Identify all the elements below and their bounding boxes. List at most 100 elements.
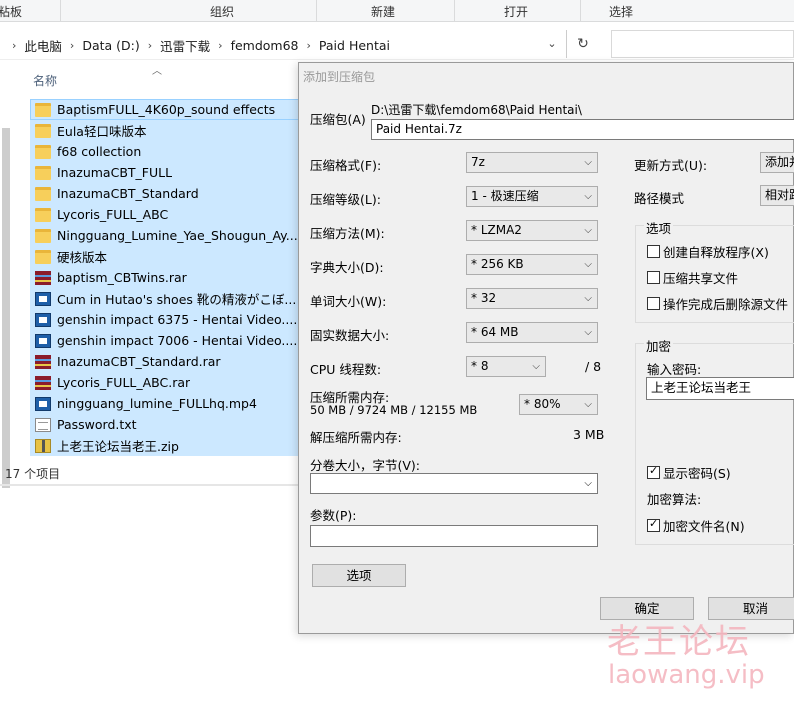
chevron-down-icon: ⌵ — [584, 191, 592, 202]
refresh-icon[interactable]: ↻ — [571, 33, 595, 55]
chevron-down-icon: ⌵ — [584, 478, 592, 489]
options-group-title: 选项 — [644, 218, 674, 237]
dictionary-select[interactable]: * 256 KB ⌵ — [466, 254, 598, 275]
file-row[interactable]: 上老王论坛当老王.zip — [30, 435, 300, 456]
ribbon-organize-label: 组织 — [210, 5, 235, 19]
folder-icon — [35, 102, 51, 117]
window-edge — [0, 484, 300, 486]
breadcrumb-this-pc[interactable]: 此电脑 — [24, 36, 62, 55]
zip-icon — [35, 438, 51, 453]
column-header-name[interactable]: 名称 — [33, 72, 57, 89]
navigation-scrollbar[interactable] — [2, 128, 10, 488]
solid-size-select[interactable]: * 64 MB ⌵ — [466, 322, 598, 343]
method-select[interactable]: * LZMA2 ⌵ — [466, 220, 598, 241]
folder-icon — [35, 249, 51, 264]
folder-icon — [35, 144, 51, 159]
video-icon — [35, 291, 51, 306]
encrypt-filenames-checkbox[interactable]: 加密文件名(N) — [647, 516, 745, 535]
file-name: 上老王论坛当老王.zip — [57, 439, 179, 454]
memory-percent-value: * 80% — [524, 397, 561, 411]
word-size-value: * 32 — [471, 291, 497, 305]
file-row[interactable]: Password.txt — [30, 414, 300, 435]
video-icon — [35, 312, 51, 327]
file-row[interactable]: baptism_CBTwins.rar — [30, 267, 300, 288]
file-row[interactable]: Lycoris_FULL_ABC — [30, 204, 300, 225]
file-name: genshin impact 6375 - Hentai Video.... — [57, 312, 298, 327]
ribbon-separator — [60, 0, 61, 22]
add-to-archive-dialog: 添加到压缩包 压缩包(A) D:\迅雷下载\femdom68\Paid Hent… — [298, 62, 794, 634]
word-size-label: 单词大小(W): — [310, 294, 387, 309]
delete-after-checkbox[interactable]: 操作完成后删除源文件 — [647, 294, 788, 313]
update-mode-select[interactable]: 添加并 — [760, 152, 794, 173]
archive-label: 压缩包(A) — [310, 112, 366, 127]
file-row[interactable]: f68 collection — [30, 141, 300, 162]
file-row[interactable]: ningguang_lumine_FULLhq.mp4 — [30, 393, 300, 414]
checkbox-checked-icon — [647, 464, 660, 479]
file-row[interactable]: genshin impact 6375 - Hentai Video.... — [30, 309, 300, 330]
video-icon — [35, 396, 51, 411]
breadcrumb-chevron-icon: › — [12, 38, 17, 52]
file-name: Password.txt — [57, 417, 137, 432]
chevron-down-icon: ⌵ — [584, 225, 592, 236]
checkbox-unchecked-icon — [647, 245, 660, 258]
chevron-down-icon: ⌵ — [584, 399, 592, 410]
file-row[interactable]: Ningguang_Lumine_Yae_Shougun_Ay... — [30, 225, 300, 246]
password-input[interactable]: 上老王论坛当老王 — [646, 377, 794, 400]
search-input[interactable] — [611, 30, 794, 58]
format-select[interactable]: 7z ⌵ — [466, 152, 598, 173]
address-history-dropdown-icon[interactable]: ⌄ — [543, 37, 561, 53]
format-value: 7z — [471, 155, 485, 169]
breadcrumb-chevron-icon[interactable]: › — [218, 39, 222, 52]
file-row[interactable]: Eula轻口味版本 — [30, 120, 300, 141]
memory-percent-select[interactable]: * 80% ⌵ — [519, 394, 598, 415]
cpu-threads-select[interactable]: * 8 ⌵ — [466, 356, 546, 377]
encrypt-filenames-label: 加密文件名(N) — [663, 519, 745, 534]
chevron-down-icon: ⌵ — [532, 361, 540, 372]
delete-after-label: 操作完成后删除源文件 — [663, 297, 789, 312]
level-select[interactable]: 1 - 极速压缩 ⌵ — [466, 186, 598, 207]
breadcrumb-xunlei[interactable]: 迅雷下载 — [160, 36, 210, 55]
file-name: 硬核版本 — [57, 250, 108, 265]
ribbon-group-labels: 粘板 组织 新建 打开 选择 — [0, 0, 794, 22]
file-row[interactable]: Lycoris_FULL_ABC.rar — [30, 372, 300, 393]
word-size-select[interactable]: * 32 ⌵ — [466, 288, 598, 309]
encryption-group-title: 加密 — [644, 336, 674, 355]
cpu-threads-total: / 8 — [585, 359, 602, 374]
file-row[interactable]: genshin impact 7006 - Hentai Video.... — [30, 330, 300, 351]
solid-size-value: * 64 MB — [471, 325, 519, 339]
level-value: 1 - 极速压缩 — [471, 189, 539, 203]
file-row[interactable]: InazumaCBT_Standard — [30, 183, 300, 204]
create-sfx-checkbox[interactable]: 创建自释放程序(X) — [647, 242, 769, 261]
ribbon-clipboard-label: 粘板 — [0, 5, 23, 19]
file-row[interactable]: BaptismFULL_4K60p_sound effects — [30, 99, 300, 120]
breadcrumb-femdom68[interactable]: femdom68 — [231, 38, 299, 53]
breadcrumb-chevron-icon[interactable]: › — [307, 39, 311, 52]
file-name: f68 collection — [57, 144, 142, 159]
file-row[interactable]: Cum in Hutao's shoes 靴の精液がこぼ... — [30, 288, 300, 309]
breadcrumb-chevron-icon[interactable]: › — [148, 39, 152, 52]
compress-shared-checkbox[interactable]: 压缩共享文件 — [647, 268, 738, 287]
ribbon-separator — [454, 0, 455, 22]
file-row[interactable]: 硬核版本 — [30, 246, 300, 267]
split-size-select[interactable]: ⌵ — [310, 473, 598, 494]
parameters-input[interactable] — [310, 525, 598, 547]
file-name: Cum in Hutao's shoes 靴の精液がこぼ... — [57, 292, 297, 307]
show-password-checkbox[interactable]: 显示密码(S) — [647, 463, 731, 482]
file-row[interactable]: InazumaCBT_Standard.rar — [30, 351, 300, 372]
file-name: Ningguang_Lumine_Yae_Shougun_Ay... — [57, 228, 298, 243]
item-count: 17 个项目 — [5, 467, 61, 481]
show-password-label: 显示密码(S) — [663, 466, 731, 481]
checkbox-checked-icon — [647, 517, 660, 532]
path-mode-select[interactable]: 相对路 — [760, 185, 794, 206]
archive-name-input[interactable]: Paid Hentai.7z — [371, 119, 794, 140]
file-name: Lycoris_FULL_ABC — [57, 207, 169, 222]
compress-shared-label: 压缩共享文件 — [663, 271, 739, 286]
options-button[interactable]: 选项 — [312, 564, 406, 587]
file-row[interactable]: InazumaCBT_FULL — [30, 162, 300, 183]
folder-icon — [35, 165, 51, 180]
breadcrumb-chevron-icon[interactable]: › — [70, 39, 74, 52]
update-mode-value: 添加并 — [765, 155, 794, 169]
breadcrumb-data-drive[interactable]: Data (D:) — [82, 38, 139, 53]
txt-icon — [35, 417, 51, 432]
breadcrumb-paid-hentai[interactable]: Paid Hentai — [319, 38, 390, 53]
